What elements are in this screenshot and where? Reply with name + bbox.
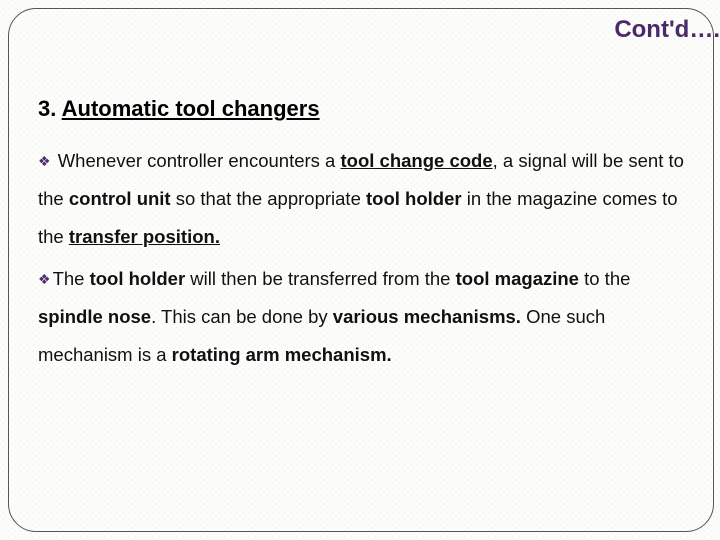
section-title-text: Automatic tool changers: [62, 96, 320, 121]
p1-cu: control unit: [69, 188, 171, 209]
section-number: 3.: [38, 96, 56, 121]
diamond-bullet-icon: ❖: [38, 271, 51, 287]
diamond-bullet-icon: ❖: [38, 153, 51, 169]
paragraph-1: ❖ Whenever controller encounters a tool …: [38, 142, 686, 256]
p2-vm: various mechanisms.: [333, 306, 521, 327]
section-heading: 3. Automatic tool changers: [38, 96, 686, 122]
p2-sn: spindle nose: [38, 306, 151, 327]
p2-t2: will then be transferred from the: [185, 268, 455, 289]
p2-t4: . This can be done by: [151, 306, 333, 327]
header-title: Cont'd….: [614, 16, 720, 44]
p2-tm: tool magazine: [456, 268, 579, 289]
content-area: 3. Automatic tool changers ❖ Whenever co…: [38, 96, 686, 378]
p1-code: tool change code: [341, 150, 493, 171]
p1-t3: so that the appropriate: [171, 188, 366, 209]
slide: Cont'd…. 3. Automatic tool changers ❖ Wh…: [0, 0, 720, 540]
p1-tp: transfer position.: [69, 226, 220, 247]
p1-th: tool holder: [366, 188, 462, 209]
p2-t1: The: [53, 268, 90, 289]
p1-t1: Whenever controller encounters a: [53, 150, 341, 171]
paragraph-2: ❖The tool holder will then be transferre…: [38, 260, 686, 374]
p2-t3: to the: [579, 268, 630, 289]
p2-ram: rotating arm mechanism.: [172, 344, 392, 365]
p2-th: tool holder: [90, 268, 186, 289]
